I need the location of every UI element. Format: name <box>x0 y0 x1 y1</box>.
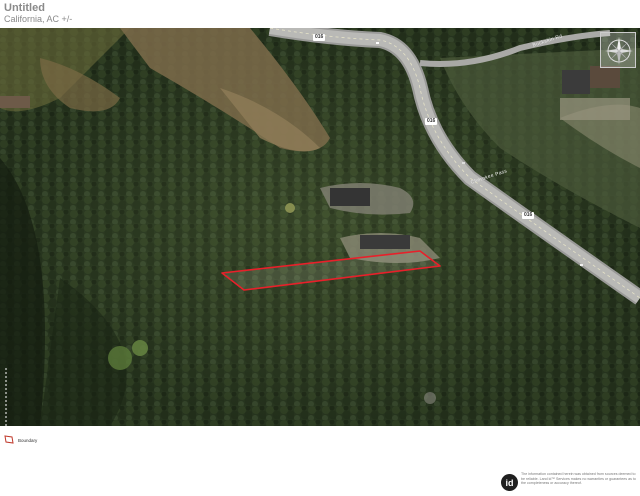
highway-shield-label: 016 <box>425 118 438 125</box>
legend-label-boundary: Boundary <box>18 437 38 443</box>
highway-shield-label: 016 <box>313 34 326 41</box>
land-id-logo: id <box>501 474 518 491</box>
highway-shield-label: 016 <box>522 212 535 219</box>
aerial-imagery <box>0 28 640 426</box>
page-title: Untitled <box>4 2 45 14</box>
boundary-polygon-icon <box>4 431 14 449</box>
location-subtitle: California, AC +/- <box>4 14 73 24</box>
report-header: Untitled California, AC +/- <box>0 0 640 28</box>
compass-rose-icon[interactable] <box>600 32 636 68</box>
aerial-map[interactable]: 016 016 016 Cherokee Pass Buckskin Rd <box>0 28 640 426</box>
disclaimer-text: The information contained herein was obt… <box>521 472 636 486</box>
map-legend: Boundary <box>4 434 37 446</box>
